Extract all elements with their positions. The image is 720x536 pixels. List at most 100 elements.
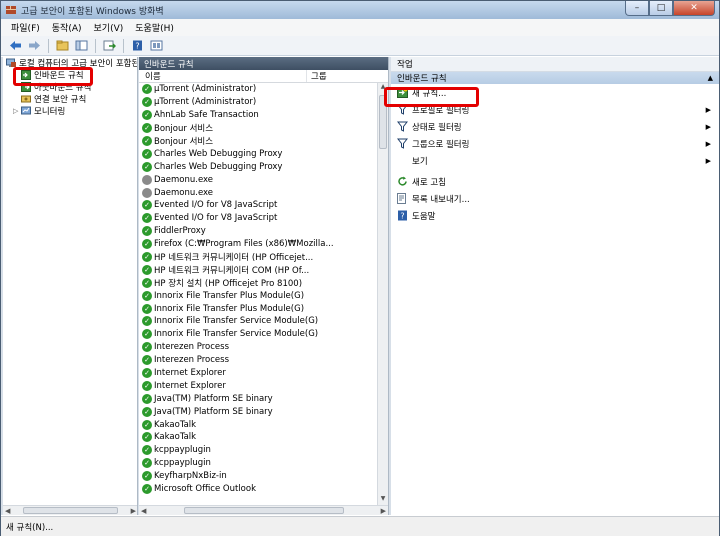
rule-row[interactable]: ✓ AhnLab Safe Transaction xyxy=(139,109,377,122)
actions-pane: 작업 인바운드 규칙 ▲ 새 규칙... 프로필로 필터링 ▶ 상태로 필터링 ▶ 그룹으… xyxy=(391,57,719,515)
rule-row[interactable]: ✓ Charles Web Debugging Proxy xyxy=(139,147,377,160)
maximize-button[interactable]: □ xyxy=(649,1,673,16)
rule-row[interactable]: ✓ Innorix File Transfer Service Module(G) xyxy=(139,328,377,341)
rule-name: Internet Explorer xyxy=(154,368,226,379)
rules-horizontal-scrollbar[interactable]: ◀ ▶ xyxy=(139,505,388,515)
rule-row[interactable]: ✓ Java(TM) Platform SE binary xyxy=(139,392,377,405)
forward-icon[interactable] xyxy=(26,38,43,53)
rule-row[interactable]: ✓ kcppayplugin xyxy=(139,457,377,470)
tree-horizontal-scrollbar[interactable]: ◀ ▶ xyxy=(3,505,137,515)
tree-item-inbound-rules[interactable]: 인바운드 규칙 xyxy=(3,69,137,81)
title-bar[interactable]: 고급 보안이 포함된 Windows 방화벽 – □ ✕ xyxy=(1,1,719,19)
rule-row[interactable]: ✓ kcppayplugin xyxy=(139,444,377,457)
rule-enabled-icon: ✓ xyxy=(142,419,152,430)
actions-section-header[interactable]: 인바운드 규칙 ▲ xyxy=(391,72,719,84)
action-label: 상태로 필터링 xyxy=(412,122,462,133)
tree-item-outbound-rules[interactable]: 아웃바운드 규칙 xyxy=(3,81,137,93)
action-label: 그룹으로 필터링 xyxy=(412,139,470,150)
column-header-name[interactable]: 이름 xyxy=(139,70,307,82)
rule-row[interactable]: ✓ Internet Explorer xyxy=(139,367,377,380)
submenu-arrow-icon: ▶ xyxy=(705,122,711,131)
rule-enabled-icon: ✓ xyxy=(142,406,152,417)
action-help[interactable]: ? 도움말 xyxy=(391,207,719,224)
rule-row[interactable]: ✓ Charles Web Debugging Proxy xyxy=(139,160,377,173)
rule-row[interactable]: ✓ Bonjour 서비스 xyxy=(139,135,377,148)
rule-row[interactable]: ✓ µTorrent (Administrator) xyxy=(139,96,377,109)
help-icon[interactable]: ? xyxy=(129,38,146,53)
rule-row[interactable]: ✓ Java(TM) Platform SE binary xyxy=(139,405,377,418)
rule-row[interactable]: ✓ KakaoTalk xyxy=(139,418,377,431)
menu-view[interactable]: 보기(V) xyxy=(88,21,130,34)
scroll-right-icon[interactable]: ▶ xyxy=(381,507,386,515)
rule-row[interactable]: ✓ Bonjour 서비스 xyxy=(139,122,377,135)
actions-list: 새 규칙... 프로필로 필터링 ▶ 상태로 필터링 ▶ 그룹으로 필터링 ▶ 보기 ▶ 새로 고… xyxy=(391,84,719,224)
back-icon[interactable] xyxy=(7,38,24,53)
action-filter-by-state[interactable]: 상태로 필터링 ▶ xyxy=(391,118,719,135)
menu-file[interactable]: 파일(F) xyxy=(5,21,46,34)
rule-enabled-icon: ✓ xyxy=(142,84,152,95)
rule-enabled-icon: ✓ xyxy=(142,355,152,366)
scrollbar-thumb[interactable] xyxy=(23,507,118,514)
properties-icon[interactable] xyxy=(148,38,165,53)
filter-icon xyxy=(397,121,408,132)
rule-enabled-icon: ✓ xyxy=(142,161,152,172)
folder-icon[interactable] xyxy=(54,38,71,53)
minimize-button[interactable]: – xyxy=(625,1,649,16)
rule-row[interactable]: ✓ Evented I/O for V8 JavaScript xyxy=(139,212,377,225)
action-filter-by-group[interactable]: 그룹으로 필터링 ▶ xyxy=(391,135,719,152)
close-button[interactable]: ✕ xyxy=(673,1,715,16)
scroll-down-icon[interactable]: ▼ xyxy=(378,495,388,505)
toolbar-separator xyxy=(123,38,124,53)
menu-help[interactable]: 도움말(H) xyxy=(129,21,180,34)
rule-enabled-icon: ✓ xyxy=(142,239,152,250)
action-export-list[interactable]: 목록 내보내기... xyxy=(391,190,719,207)
action-filter-by-profile[interactable]: 프로필로 필터링 ▶ xyxy=(391,101,719,118)
action-refresh[interactable]: 새로 고침 xyxy=(391,173,719,190)
scrollbar-thumb[interactable] xyxy=(183,507,344,514)
rule-row[interactable]: ✓ Interezen Process xyxy=(139,341,377,354)
submenu-arrow-icon: ▶ xyxy=(705,105,711,114)
menu-action[interactable]: 동작(A) xyxy=(46,21,88,34)
rule-row[interactable]: Daemonu.exe xyxy=(139,173,377,186)
rule-row[interactable]: ✓ HP 네트워크 커뮤니케이터 (HP Officejet... xyxy=(139,251,377,264)
rules-vertical-scrollbar[interactable]: ▲ ▼ xyxy=(377,83,388,505)
tree-item-monitoring[interactable]: ▷ 모니터링 xyxy=(3,105,137,117)
rule-name: kcppayplugin xyxy=(154,458,211,469)
scrollbar-thumb[interactable] xyxy=(379,95,387,149)
rule-row[interactable]: ✓ Interezen Process xyxy=(139,354,377,367)
scroll-left-icon[interactable]: ◀ xyxy=(5,507,10,515)
rule-row[interactable]: ✓ Microsoft Office Outlook xyxy=(139,483,377,496)
rules-pane-header: 인바운드 규칙 xyxy=(139,57,388,70)
rule-row[interactable]: ✓ HP 네트워크 커뮤니케이터 COM (HP Of... xyxy=(139,263,377,276)
scroll-left-icon[interactable]: ◀ xyxy=(141,507,146,515)
rule-row[interactable]: ✓ Innorix File Transfer Plus Module(G) xyxy=(139,289,377,302)
refresh-icon xyxy=(397,176,408,187)
rule-row[interactable]: ✓ FiddlerProxy xyxy=(139,225,377,238)
tree-root[interactable]: 로컬 컴퓨터의 고급 보안이 포함된 xyxy=(3,57,137,69)
rule-row[interactable]: ✓ Firefox (C:₩Program Files (x86)₩Mozilla… xyxy=(139,238,377,251)
rule-name: HP 장치 설치 (HP Officejet Pro 8100) xyxy=(154,278,303,289)
rule-name: Microsoft Office Outlook xyxy=(154,484,256,495)
console-tree-icon[interactable] xyxy=(73,38,90,53)
rule-row[interactable]: ✓ µTorrent (Administrator) xyxy=(139,83,377,96)
rule-row[interactable]: ✓ HP 장치 설치 (HP Officejet Pro 8100) xyxy=(139,276,377,289)
scroll-right-icon[interactable]: ▶ xyxy=(131,507,136,515)
rule-row[interactable]: ✓ Innorix File Transfer Service Module(G) xyxy=(139,315,377,328)
rule-row[interactable]: ✓ KeyfharpNxBiz-in xyxy=(139,470,377,483)
action-view[interactable]: 보기 ▶ xyxy=(391,152,719,169)
rule-row[interactable]: ✓ Innorix File Transfer Plus Module(G) xyxy=(139,302,377,315)
rule-name: KeyfharpNxBiz-in xyxy=(154,471,227,482)
scroll-up-icon[interactable]: ▲ xyxy=(378,83,388,93)
expand-arrow-icon[interactable]: ▷ xyxy=(13,107,21,115)
rule-row[interactable]: Daemonu.exe xyxy=(139,186,377,199)
action-new-rule[interactable]: 새 규칙... xyxy=(391,84,719,101)
tree-item-connection-security[interactable]: 연결 보안 규칙 xyxy=(3,93,137,105)
collapse-arrow-icon[interactable]: ▲ xyxy=(708,74,713,82)
inbound-rules-icon xyxy=(21,70,31,80)
rule-enabled-icon: ✓ xyxy=(142,290,152,301)
rule-row[interactable]: ✓ KakaoTalk xyxy=(139,431,377,444)
rule-row[interactable]: ✓ Internet Explorer xyxy=(139,379,377,392)
column-header-group[interactable]: 그룹 xyxy=(307,70,367,82)
export-icon[interactable] xyxy=(101,38,118,53)
rule-row[interactable]: ✓ Evented I/O for V8 JavaScript xyxy=(139,199,377,212)
